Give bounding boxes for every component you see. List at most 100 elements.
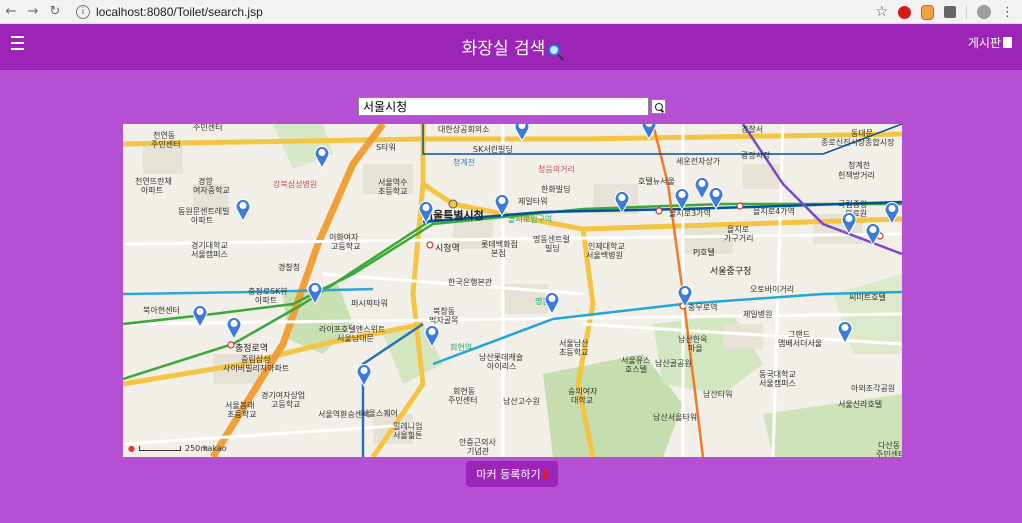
map-label: 본점 <box>491 249 506 258</box>
map-label: 세운전자상가 <box>676 157 721 166</box>
map-label: 앰배서더서울 <box>778 339 823 348</box>
map-label: 초등학교 <box>559 348 589 357</box>
map-label: 대한상공회의소 <box>438 125 490 134</box>
map-label: 남산타워 <box>703 390 733 399</box>
map-label: 호텔뉴서울 <box>638 177 675 186</box>
forward-arrow-icon[interactable]: → <box>22 0 44 24</box>
map-label: 충정로역 <box>235 344 269 354</box>
map-label: 한국은행본관 <box>448 278 493 287</box>
toilet-marker[interactable] <box>841 211 857 235</box>
toilet-marker[interactable] <box>356 363 372 387</box>
search-icon <box>654 102 663 111</box>
reload-icon[interactable]: ↻ <box>44 0 66 24</box>
map-label: 주민센터 <box>193 124 223 132</box>
map-view[interactable]: 천연동 주민센터 주민센터 천연뜨란채 아파트 경향 여자중학교 강북삼성병원 … <box>123 124 902 457</box>
map-label: 강북삼성병원 <box>273 180 318 189</box>
toilet-marker[interactable] <box>837 320 853 344</box>
map-label: 청음의거리 <box>538 165 575 174</box>
toilet-marker[interactable] <box>865 222 881 246</box>
toilet-marker[interactable] <box>494 193 510 217</box>
map-label: 초등학교 <box>227 410 257 419</box>
map-label: 제일타워 <box>518 197 548 206</box>
map-label: 고등학교 <box>331 242 361 251</box>
map-label: 종합시장 <box>865 138 895 147</box>
map-logo-icon: ● <box>128 444 135 453</box>
map-label: PJ호텔 <box>693 248 715 257</box>
map-label: 종로신진시장 <box>821 138 866 147</box>
profile-avatar-icon[interactable] <box>977 5 991 19</box>
map-label: 아파트 <box>255 296 278 305</box>
map-label: 헌책방거리 <box>838 171 875 180</box>
map-label: 퍼시픽타워 <box>351 299 388 308</box>
extension-grey-icon[interactable] <box>944 6 956 18</box>
map-label: 주민센터 <box>151 140 181 149</box>
toolbar-divider <box>966 5 967 19</box>
back-arrow-icon[interactable]: ← <box>0 0 22 24</box>
page-title-text: 화장실 검색 <box>461 39 546 59</box>
map-label: 씨미트호텔 <box>849 293 886 302</box>
browser-menu-icon[interactable]: ⋮ <box>1001 5 1014 20</box>
map-label: 경찰서 <box>741 125 764 134</box>
search-bar <box>358 97 666 116</box>
map-label: 사이버빌리지아파트 <box>223 364 290 373</box>
toilet-marker[interactable] <box>235 198 251 222</box>
map-label: 남산골공원 <box>655 359 692 368</box>
bookmark-star-icon[interactable]: ☆ <box>875 4 888 20</box>
search-button[interactable] <box>651 99 666 114</box>
register-marker-button[interactable]: 마커 등록하기 <box>466 461 558 487</box>
board-link[interactable]: 게시판 <box>968 34 1012 51</box>
map-label: 제일병원 <box>743 310 773 319</box>
toilet-marker[interactable] <box>514 124 530 142</box>
toilet-marker[interactable] <box>418 200 434 224</box>
toilet-marker[interactable] <box>192 304 208 328</box>
map-label: 기념관 <box>467 447 490 456</box>
map-label: 서울캠퍼스 <box>191 250 228 259</box>
toilet-marker[interactable] <box>641 124 657 140</box>
map-label: 아외조각공원 <box>851 384 896 393</box>
map-label: 초등학교 <box>378 187 408 196</box>
map-label: 을지로4가역 <box>753 207 795 216</box>
map-label: 아파트 <box>141 186 164 195</box>
map-label: 한화빌딩 <box>541 185 571 194</box>
extension-icon[interactable] <box>921 4 934 20</box>
toilet-marker[interactable] <box>314 145 330 169</box>
map-label: 광장시장 <box>741 151 771 160</box>
search-input[interactable] <box>358 97 649 116</box>
toilet-marker[interactable] <box>884 201 900 225</box>
map-label: 주민센터 <box>448 396 478 405</box>
map-label: 빌딩 <box>545 244 560 253</box>
map-label: 호스텔 <box>625 365 648 374</box>
toilet-marker[interactable] <box>677 284 693 308</box>
toilet-marker[interactable] <box>614 190 630 214</box>
address-bar[interactable]: localhost:8080/Toilet/search.jsp <box>96 5 263 19</box>
map-label: 마을 <box>688 344 703 353</box>
map-label: 서울스퀘어 <box>361 409 398 418</box>
map-label: 회현역 <box>450 343 473 352</box>
map-label: 서울남대문 <box>337 334 374 343</box>
toilet-marker[interactable] <box>424 324 440 348</box>
toilet-marker[interactable] <box>674 187 690 211</box>
memo-icon <box>1003 37 1012 48</box>
toilet-marker[interactable] <box>544 291 560 315</box>
map-label: 북아현센터 <box>143 306 180 315</box>
toilet-marker[interactable] <box>708 186 724 210</box>
extension-adblock-icon[interactable] <box>898 5 911 19</box>
board-link-label: 게시판 <box>967 36 1001 50</box>
map-label: 을지로입구역 <box>508 215 553 224</box>
map-label: 대학교 <box>571 396 594 405</box>
map-label: 아파트 <box>191 216 214 225</box>
map-label: 고등학교 <box>271 400 301 409</box>
map-label: 서울캠퍼스 <box>759 379 796 388</box>
toilet-marker[interactable] <box>307 281 323 305</box>
pin-icon <box>542 469 548 479</box>
page-title: 화장실 검색 <box>0 34 1022 59</box>
site-info-icon[interactable]: i <box>76 4 90 19</box>
map-label: 아이리스 <box>487 362 517 371</box>
scale-bar <box>138 446 181 451</box>
map-label: 경찰청 <box>278 263 301 272</box>
map-provider-label: kakao <box>203 444 227 453</box>
toilet-marker[interactable] <box>226 316 242 340</box>
map-label: 가구거리 <box>724 234 754 243</box>
map-scale: ● 250m <box>128 444 208 453</box>
map-label: 시청역 <box>435 244 460 254</box>
